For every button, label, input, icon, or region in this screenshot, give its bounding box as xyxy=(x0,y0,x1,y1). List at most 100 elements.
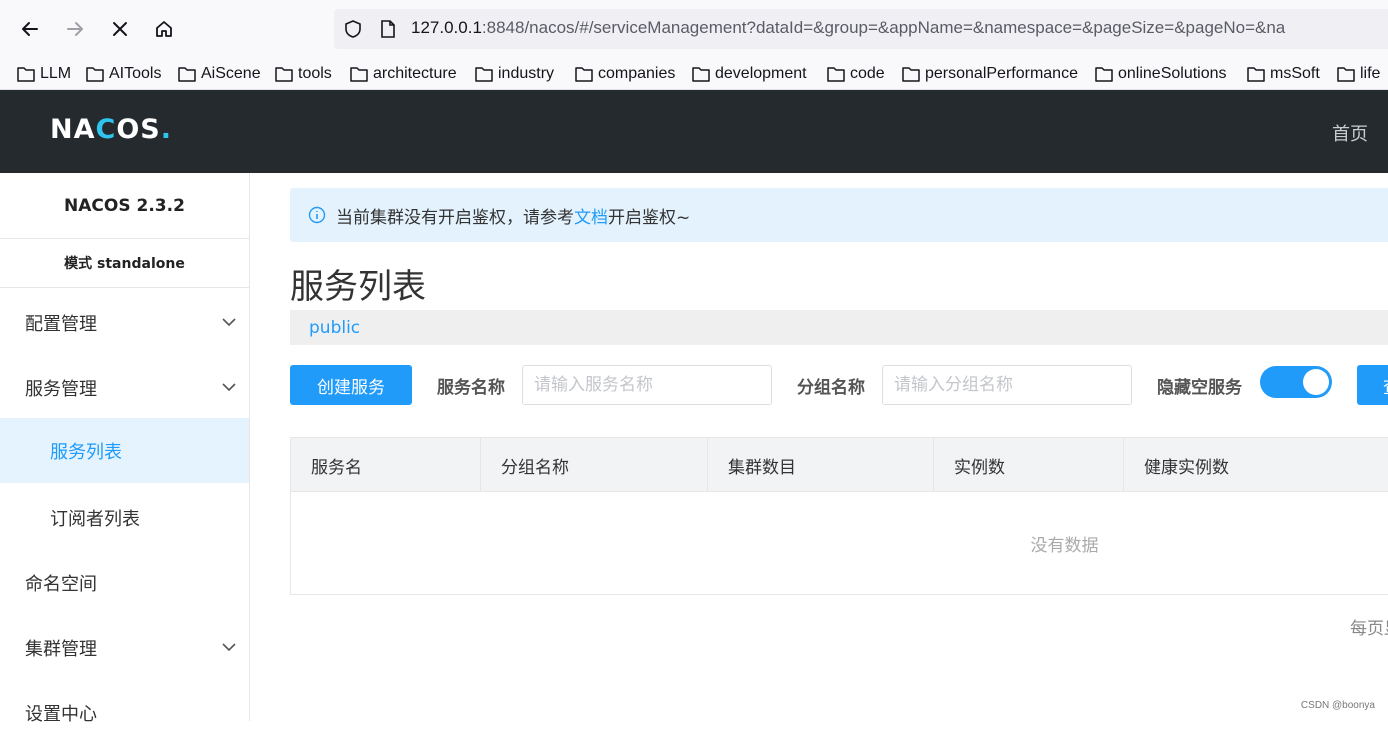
bookmark-label: code xyxy=(850,65,885,83)
folder-icon xyxy=(275,66,293,82)
home-button[interactable] xyxy=(149,14,179,44)
sidebar-item-cluster-management[interactable]: 集群管理 xyxy=(0,615,249,680)
column-header-group-name[interactable]: 分组名称 xyxy=(481,438,708,492)
bookmark-label: life xyxy=(1360,65,1380,83)
sidebar-item-label: 设置中心 xyxy=(25,700,97,726)
service-table: 服务名 分组名称 集群数目 实例数 健康实例数 没有数据 xyxy=(290,437,1388,595)
chevron-down-icon xyxy=(221,379,237,395)
sidebar-item-label: 配置管理 xyxy=(25,310,97,336)
bookmark-companies[interactable]: companies xyxy=(575,62,675,86)
notice-text-suffix: 开启鉴权~ xyxy=(608,203,690,228)
column-header-instance-count[interactable]: 实例数 xyxy=(934,438,1124,492)
sidebar: NACOS 2.3.2 模式 standalone 配置管理 服务管理 服务列表… xyxy=(0,173,250,721)
info-icon xyxy=(308,206,326,224)
docs-link[interactable]: 文档 xyxy=(574,203,608,228)
folder-icon xyxy=(1337,66,1355,82)
forward-button[interactable] xyxy=(60,14,90,44)
folder-icon xyxy=(17,66,35,82)
sidebar-item-service-list[interactable]: 服务列表 xyxy=(0,418,249,483)
logo-dot: . xyxy=(161,114,172,145)
column-header-label: 健康实例数 xyxy=(1144,453,1229,478)
folder-icon xyxy=(178,66,196,82)
home-icon xyxy=(154,19,174,39)
mode-label: 模式 standalone xyxy=(0,239,249,288)
column-header-label: 集群数目 xyxy=(728,453,796,478)
bookmark-label: msSoft xyxy=(1270,65,1320,83)
sidebar-item-subscriber-list[interactable]: 订阅者列表 xyxy=(0,485,249,550)
sidebar-item-service-management[interactable]: 服务管理 xyxy=(0,355,249,420)
bookmark-aiscene[interactable]: AiScene xyxy=(178,62,261,86)
bookmark-aitools[interactable]: AITools xyxy=(86,62,161,86)
sidebar-item-config-management[interactable]: 配置管理 xyxy=(0,290,249,355)
service-name-input[interactable] xyxy=(522,365,772,405)
bookmark-label: AiScene xyxy=(201,65,261,83)
shield-icon[interactable] xyxy=(343,19,363,39)
group-name-input[interactable] xyxy=(882,365,1132,405)
bookmark-label: LLM xyxy=(40,65,71,83)
page-title: 服务列表 xyxy=(290,259,426,308)
folder-icon xyxy=(902,66,920,82)
table-header: 服务名 分组名称 集群数目 实例数 健康实例数 xyxy=(291,438,1388,492)
create-service-button[interactable]: 创建服务 xyxy=(290,365,412,405)
url-host: 127.0.0.1 xyxy=(411,18,482,37)
nacos-logo[interactable]: NACOS. xyxy=(50,114,172,145)
folder-icon xyxy=(475,66,493,82)
bookmark-tools[interactable]: tools xyxy=(275,62,332,86)
column-header-label: 服务名 xyxy=(311,453,362,478)
column-header-label: 实例数 xyxy=(954,453,1005,478)
url-text[interactable]: 127.0.0.1:8848/nacos/#/serviceManagement… xyxy=(411,18,1285,38)
column-header-service-name[interactable]: 服务名 xyxy=(291,438,481,492)
address-bar[interactable]: 127.0.0.1:8848/nacos/#/serviceManagement… xyxy=(334,9,1388,49)
folder-icon xyxy=(86,66,104,82)
folder-icon xyxy=(692,66,710,82)
home-link[interactable]: 首页 xyxy=(1332,120,1368,146)
stop-button[interactable] xyxy=(105,14,135,44)
namespace-bar: public xyxy=(290,310,1388,345)
bookmark-life[interactable]: life xyxy=(1337,62,1380,86)
sidebar-item-label: 服务列表 xyxy=(50,438,122,464)
arrow-left-icon xyxy=(20,19,40,39)
bookmark-label: tools xyxy=(298,65,332,83)
sidebar-item-label: 服务管理 xyxy=(25,375,97,401)
column-header-cluster-count[interactable]: 集群数目 xyxy=(708,438,934,492)
bookmark-onlinesolutions[interactable]: onlineSolutions xyxy=(1095,62,1227,86)
sidebar-item-label: 集群管理 xyxy=(25,635,97,661)
back-button[interactable] xyxy=(15,14,45,44)
folder-icon xyxy=(1095,66,1113,82)
bookmark-architecture[interactable]: architecture xyxy=(350,62,457,86)
version-label: NACOS 2.3.2 xyxy=(0,173,249,239)
bookmark-label: onlineSolutions xyxy=(1118,65,1227,83)
main-content: 当前集群没有开启鉴权，请参考文档开启鉴权~ 服务列表 public 创建服务 服… xyxy=(250,173,1388,721)
bookmark-development[interactable]: development xyxy=(692,62,807,86)
bookmark-label: architecture xyxy=(373,65,457,83)
folder-icon xyxy=(575,66,593,82)
page-icon[interactable] xyxy=(379,19,397,39)
bookmark-label: development xyxy=(715,65,807,83)
column-header-healthy-instance-count[interactable]: 健康实例数 xyxy=(1124,438,1382,492)
sidebar-item-settings-center[interactable]: 设置中心 xyxy=(0,680,249,745)
namespace-public-link[interactable]: public xyxy=(309,318,360,338)
group-name-label: 分组名称 xyxy=(797,373,865,398)
logo-text-accent: C xyxy=(96,114,117,145)
hide-empty-toggle[interactable] xyxy=(1260,366,1332,398)
column-header-label: 分组名称 xyxy=(501,453,569,478)
arrow-right-icon xyxy=(65,19,85,39)
folder-icon xyxy=(350,66,368,82)
sidebar-item-namespace[interactable]: 命名空间 xyxy=(0,550,249,615)
bookmarks-bar: LLM AITools AiScene tools architecture i… xyxy=(0,57,1388,90)
bookmark-mssoft[interactable]: msSoft xyxy=(1247,62,1320,86)
browser-toolbar: 127.0.0.1:8848/nacos/#/serviceManagement… xyxy=(0,0,1388,57)
bookmark-llm[interactable]: LLM xyxy=(17,62,71,86)
hide-empty-label: 隐藏空服务 xyxy=(1157,373,1242,398)
close-icon xyxy=(110,19,130,39)
app-header: NACOS. 首页 xyxy=(0,90,1388,173)
bookmark-label: companies xyxy=(598,65,675,83)
folder-icon xyxy=(827,66,845,82)
empty-state-text: 没有数据 xyxy=(291,492,1383,594)
query-button[interactable]: 查 xyxy=(1357,365,1388,405)
logo-text-start: NA xyxy=(50,114,96,145)
bookmark-code[interactable]: code xyxy=(827,62,885,86)
bookmark-personalperformance[interactable]: personalPerformance xyxy=(902,62,1078,86)
bookmark-industry[interactable]: industry xyxy=(475,62,554,86)
logo-text-end: OS xyxy=(116,114,160,145)
